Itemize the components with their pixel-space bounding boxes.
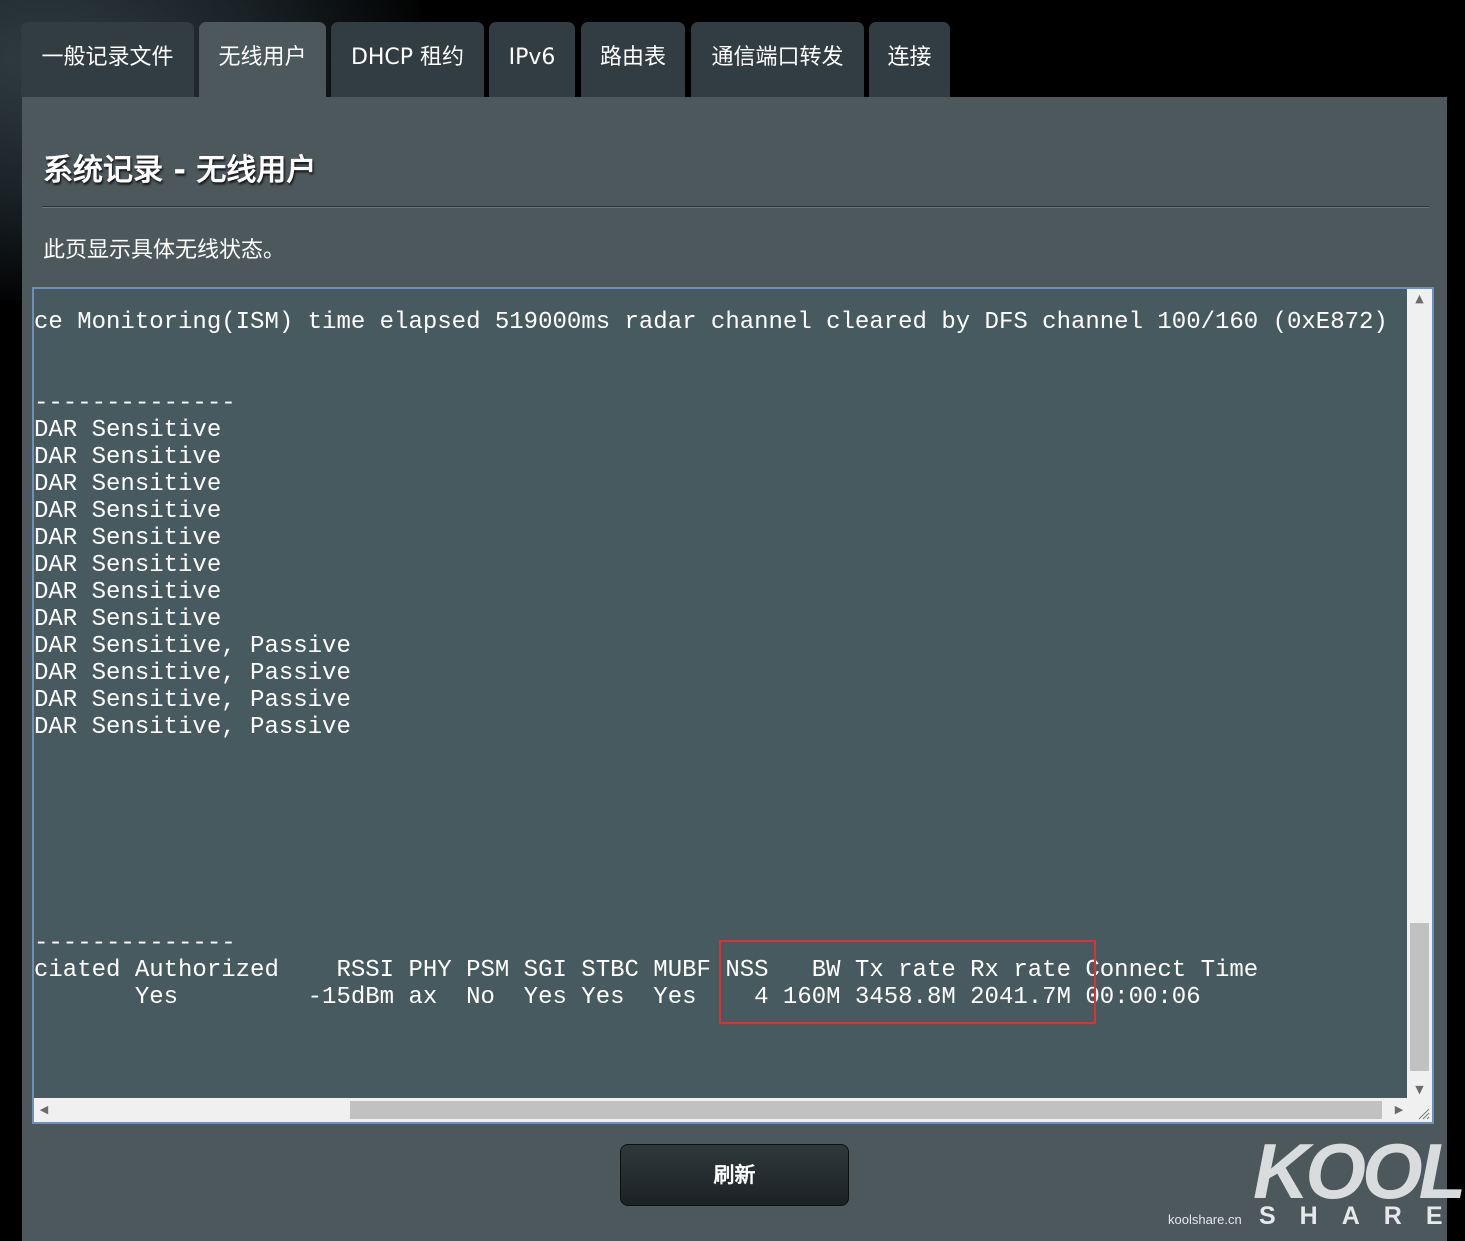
log-line: -------------- <box>34 390 236 417</box>
tab-connections[interactable]: 连接 <box>869 22 950 98</box>
log-line: DAR Sensitive <box>34 606 222 633</box>
log-content: ce Monitoring(ISM) time elapsed 519000ms… <box>34 309 1388 1011</box>
vertical-scrollbar[interactable]: ▲ ▼ <box>1407 289 1432 1100</box>
tab-routing-table[interactable]: 路由表 <box>581 22 685 98</box>
log-line: DAR Sensitive <box>34 579 222 606</box>
triangle-right-icon[interactable]: ▶ <box>1389 1098 1409 1122</box>
watermark-sub: SHARE <box>1259 1202 1465 1230</box>
log-line: DAR Sensitive, Passive <box>34 687 351 714</box>
log-line: DAR Sensitive, Passive <box>34 660 351 687</box>
horizontal-scroll-thumb[interactable] <box>350 1101 1382 1119</box>
horizontal-scrollbar[interactable]: ◀ ▶ <box>34 1098 1409 1122</box>
tab-dhcp-leases[interactable]: DHCP 租约 <box>331 22 484 98</box>
log-line: DAR Sensitive <box>34 498 222 525</box>
log-line: DAR Sensitive <box>34 471 222 498</box>
log-line: Yes -15dBm ax No Yes Yes Yes 4 160M 3458… <box>34 984 1201 1011</box>
tab-ipv6[interactable]: IPv6 <box>489 22 575 98</box>
vertical-scroll-thumb[interactable] <box>1410 923 1429 1071</box>
triangle-left-icon[interactable]: ◀ <box>34 1098 54 1122</box>
triangle-down-icon[interactable]: ▼ <box>1407 1080 1432 1100</box>
log-line: ce Monitoring(ISM) time elapsed 519000ms… <box>34 309 1388 336</box>
page-description: 此页显示具体无线状态。 <box>43 238 286 263</box>
log-line: ciated Authorized RSSI PHY PSM SGI STBC … <box>34 957 1259 984</box>
annotation-highlight-box <box>719 940 1096 1024</box>
refresh-button[interactable]: 刷新 <box>620 1144 849 1206</box>
log-line: DAR Sensitive, Passive <box>34 633 351 660</box>
tab-wireless-clients[interactable]: 无线用户 <box>199 22 326 98</box>
log-line: DAR Sensitive <box>34 417 222 444</box>
divider <box>42 206 1429 208</box>
log-line: DAR Sensitive, Passive <box>34 714 351 741</box>
tab-general-log[interactable]: 一般记录文件 <box>21 22 194 98</box>
log-line: -------------- <box>34 930 236 957</box>
log-line: DAR Sensitive <box>34 444 222 471</box>
tab-port-forwarding[interactable]: 通信端口转发 <box>691 22 864 98</box>
watermark-domain: koolshare.cn <box>1168 1212 1242 1227</box>
koolshare-watermark: KOOL SHARE koolshare.cn <box>1165 1128 1465 1233</box>
triangle-up-icon[interactable]: ▲ <box>1407 289 1432 309</box>
log-line: DAR Sensitive <box>34 525 222 552</box>
resize-grip-icon[interactable] <box>1407 1098 1432 1122</box>
page-title: 系统记录 - 无线用户 <box>43 153 317 188</box>
log-line: DAR Sensitive <box>34 552 222 579</box>
